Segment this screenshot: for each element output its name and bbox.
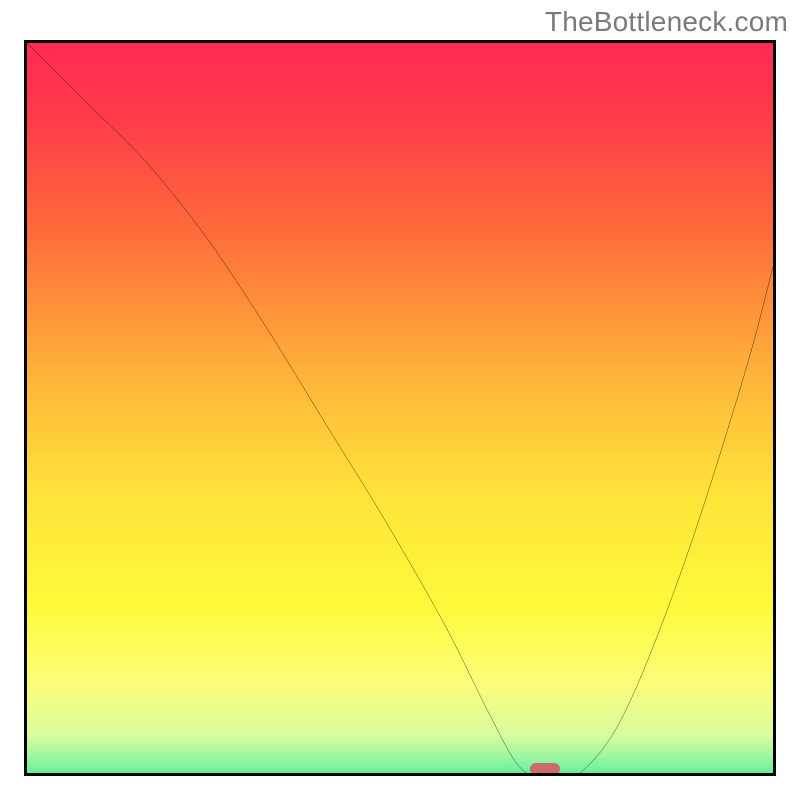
optimal-marker — [530, 763, 560, 775]
bottleneck-curve — [27, 43, 773, 776]
plot-area — [24, 40, 776, 776]
chart-frame: TheBottleneck.com — [0, 0, 800, 800]
watermark-text: TheBottleneck.com — [545, 6, 788, 38]
